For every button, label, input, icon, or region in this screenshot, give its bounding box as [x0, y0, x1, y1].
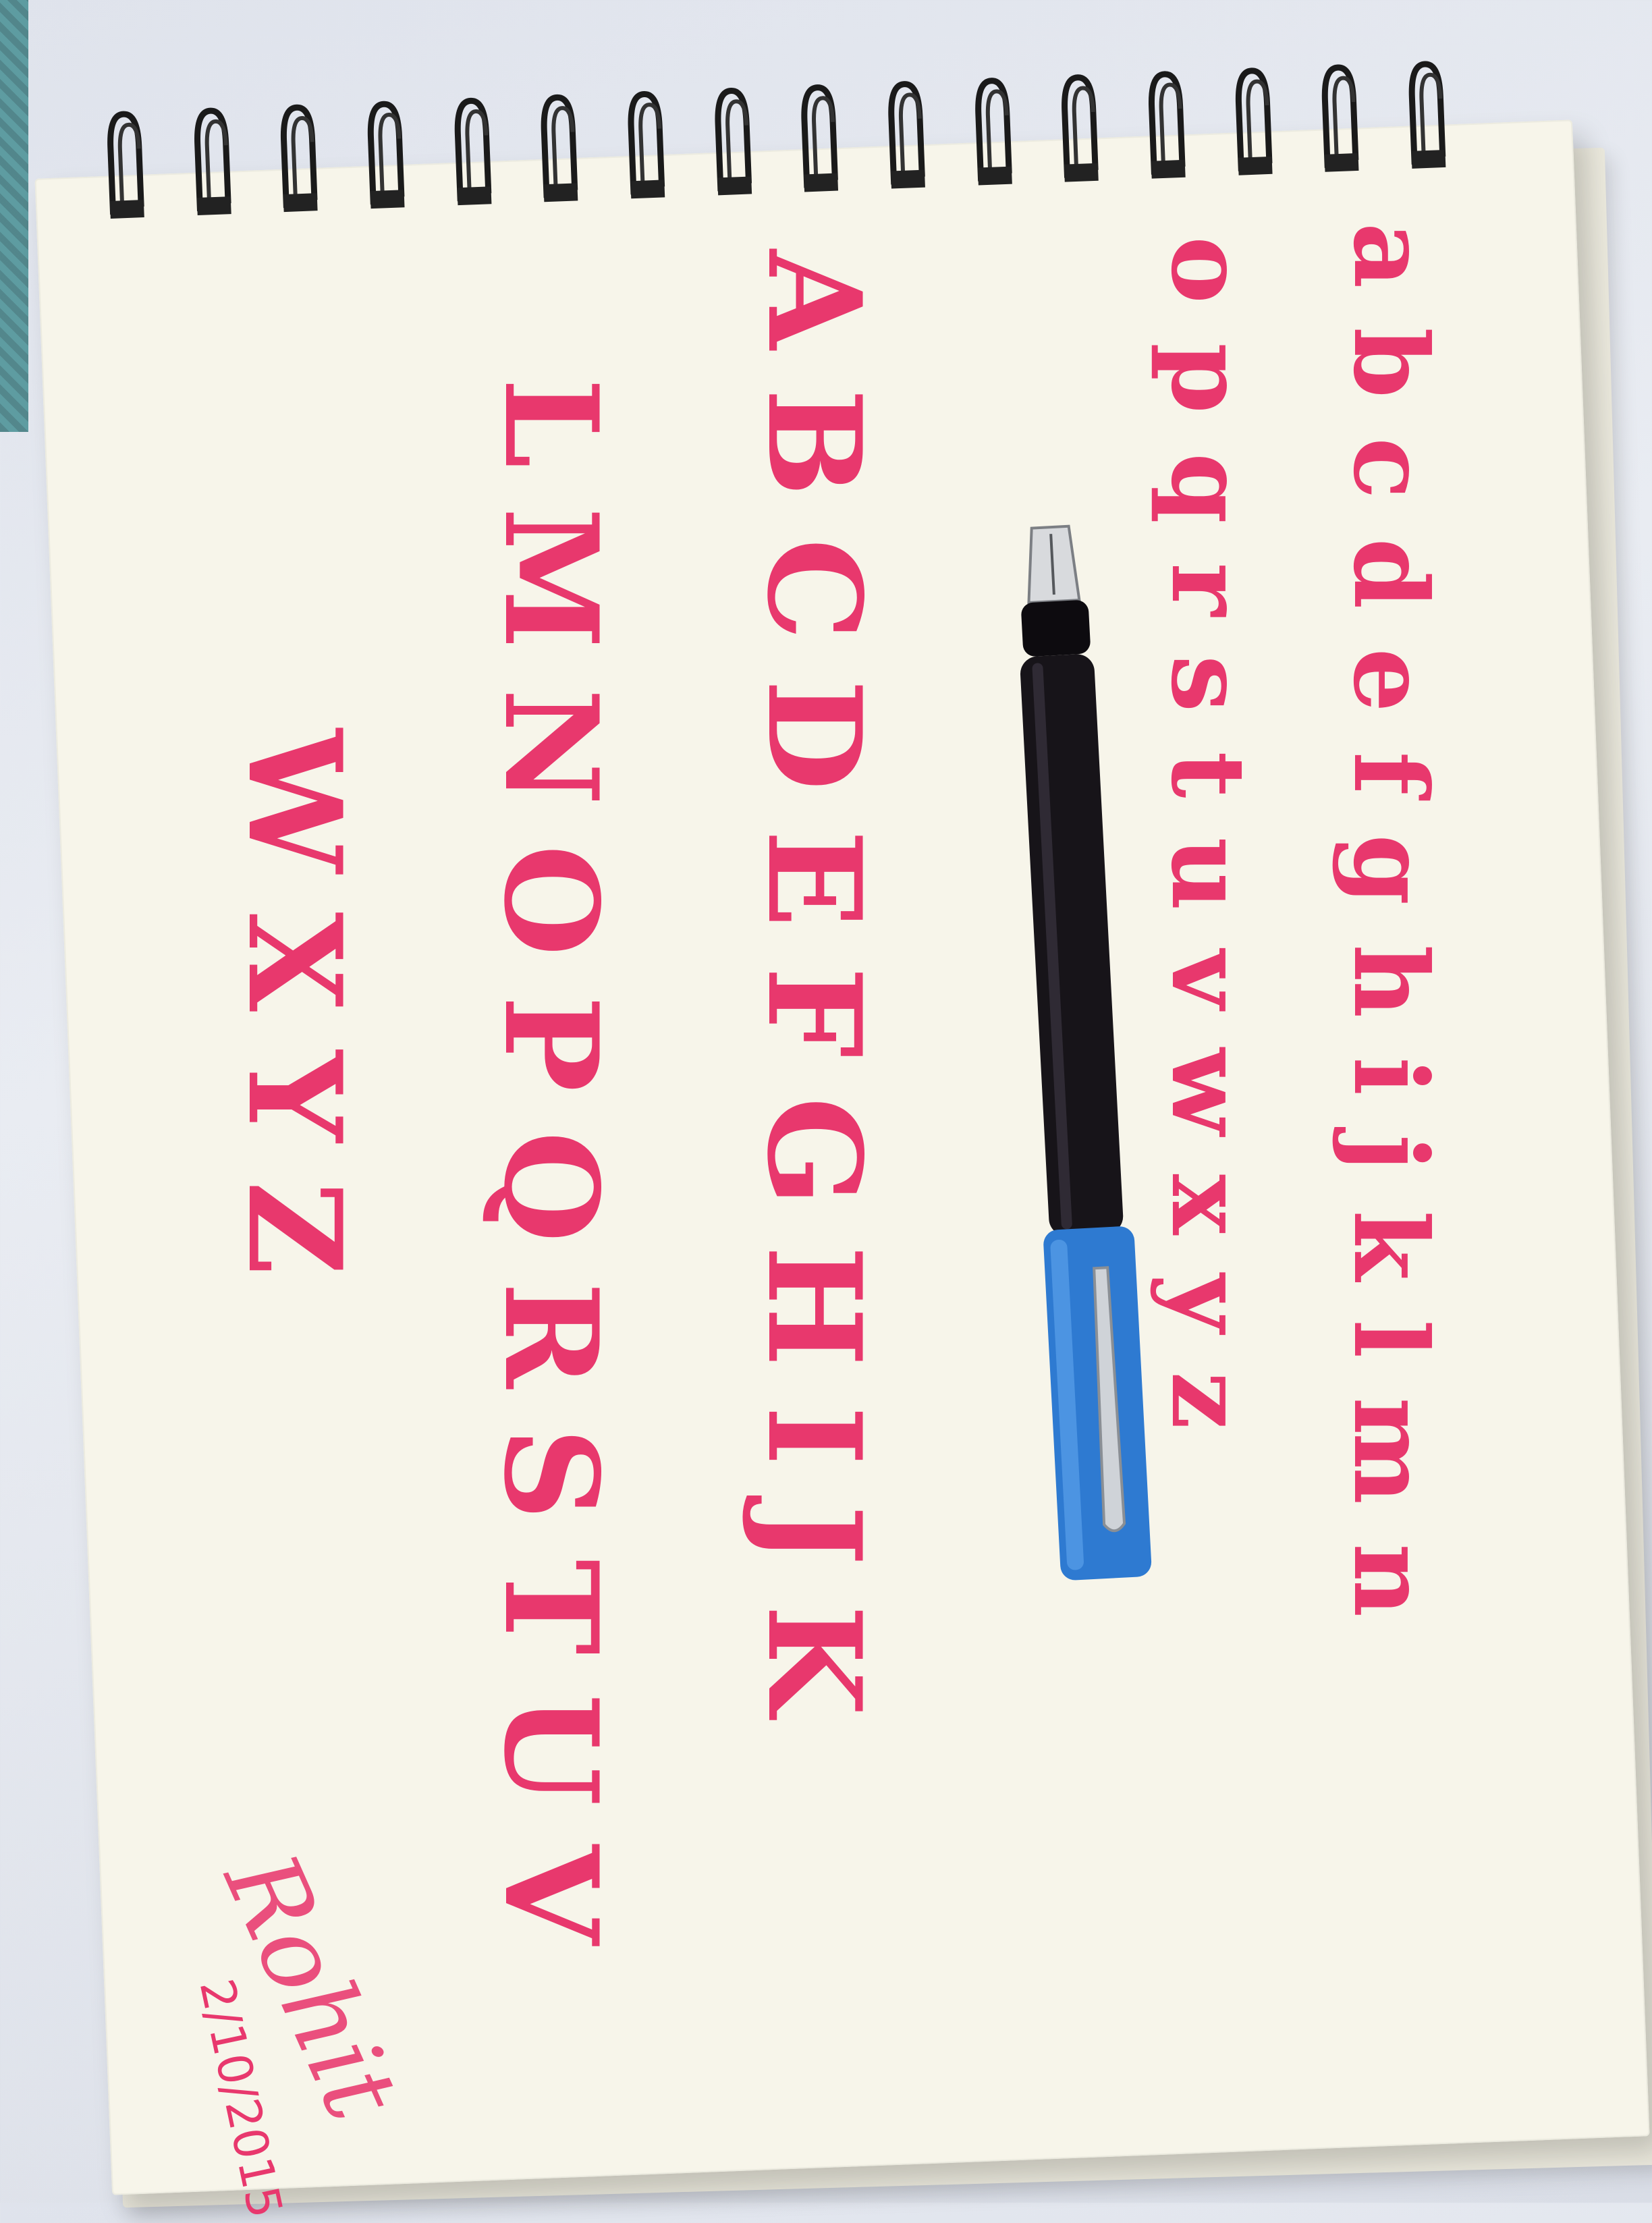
uppercase-line-1: ABCDEFGHIJK	[739, 250, 889, 1755]
uppercase-line-3: WXYZ	[219, 729, 370, 1315]
pen-grip	[1021, 600, 1091, 657]
lowercase-line-1: abcdefghijklmn	[1331, 223, 1450, 1657]
calligraphy-sheet: abcdefghijklmn opqrstuvwxyz ABCDEFGHIJK …	[0, 0, 1652, 2223]
fountain-pen	[1020, 524, 1152, 1581]
uppercase-line-2: LMNOPQRSTUV	[476, 378, 626, 1984]
pen-barrel	[1020, 654, 1124, 1236]
